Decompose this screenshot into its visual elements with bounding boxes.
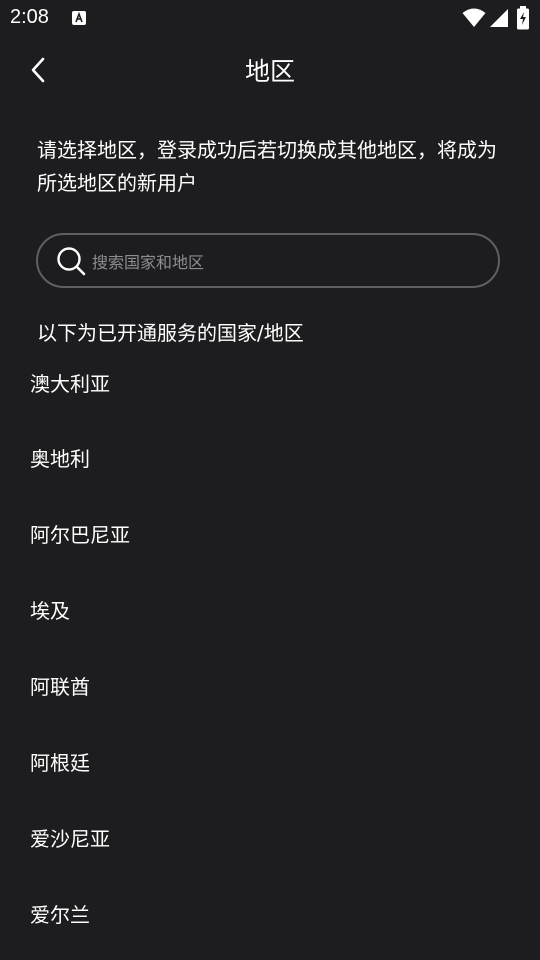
page-title: 地区 bbox=[244, 57, 295, 86]
region-item-albania[interactable]: 阿尔巴尼亚 bbox=[0, 498, 540, 574]
search-input[interactable] bbox=[90, 246, 484, 278]
signal-icon bbox=[490, 9, 508, 27]
status-bar: 2:08 bbox=[0, 0, 540, 38]
search-box[interactable] bbox=[36, 233, 500, 288]
region-item-egypt[interactable]: 埃及 bbox=[0, 574, 540, 650]
region-item-ireland[interactable]: 爱尔兰 bbox=[0, 878, 540, 954]
status-time: 2:08 bbox=[10, 6, 49, 28]
region-item-estonia[interactable]: 爱沙尼亚 bbox=[0, 802, 540, 878]
region-list: 澳大利亚 奥地利 阿尔巴尼亚 埃及 阿联酋 阿根廷 爱沙尼亚 爱尔兰 bbox=[0, 346, 540, 954]
intro-text: 请选择地区，登录成功后若切换成其他地区，将成为所选地区的新用户 bbox=[37, 138, 497, 195]
region-item-uae[interactable]: 阿联酋 bbox=[0, 650, 540, 726]
search-icon bbox=[57, 247, 86, 276]
wifi-icon bbox=[462, 8, 486, 27]
region-item-argentina[interactable]: 阿根廷 bbox=[0, 726, 540, 802]
battery-charging-icon bbox=[517, 6, 529, 30]
a-notification-icon bbox=[72, 11, 86, 25]
region-item-australia[interactable]: 澳大利亚 bbox=[0, 346, 540, 422]
region-select-screen: 2:08 地区 请选择地区，登录成功后若切换成其他地区，将成为所选地区的新用户 bbox=[0, 0, 540, 960]
list-header: 以下为已开通服务的国家/地区 bbox=[37, 321, 304, 345]
region-item-austria[interactable]: 奥地利 bbox=[0, 422, 540, 498]
